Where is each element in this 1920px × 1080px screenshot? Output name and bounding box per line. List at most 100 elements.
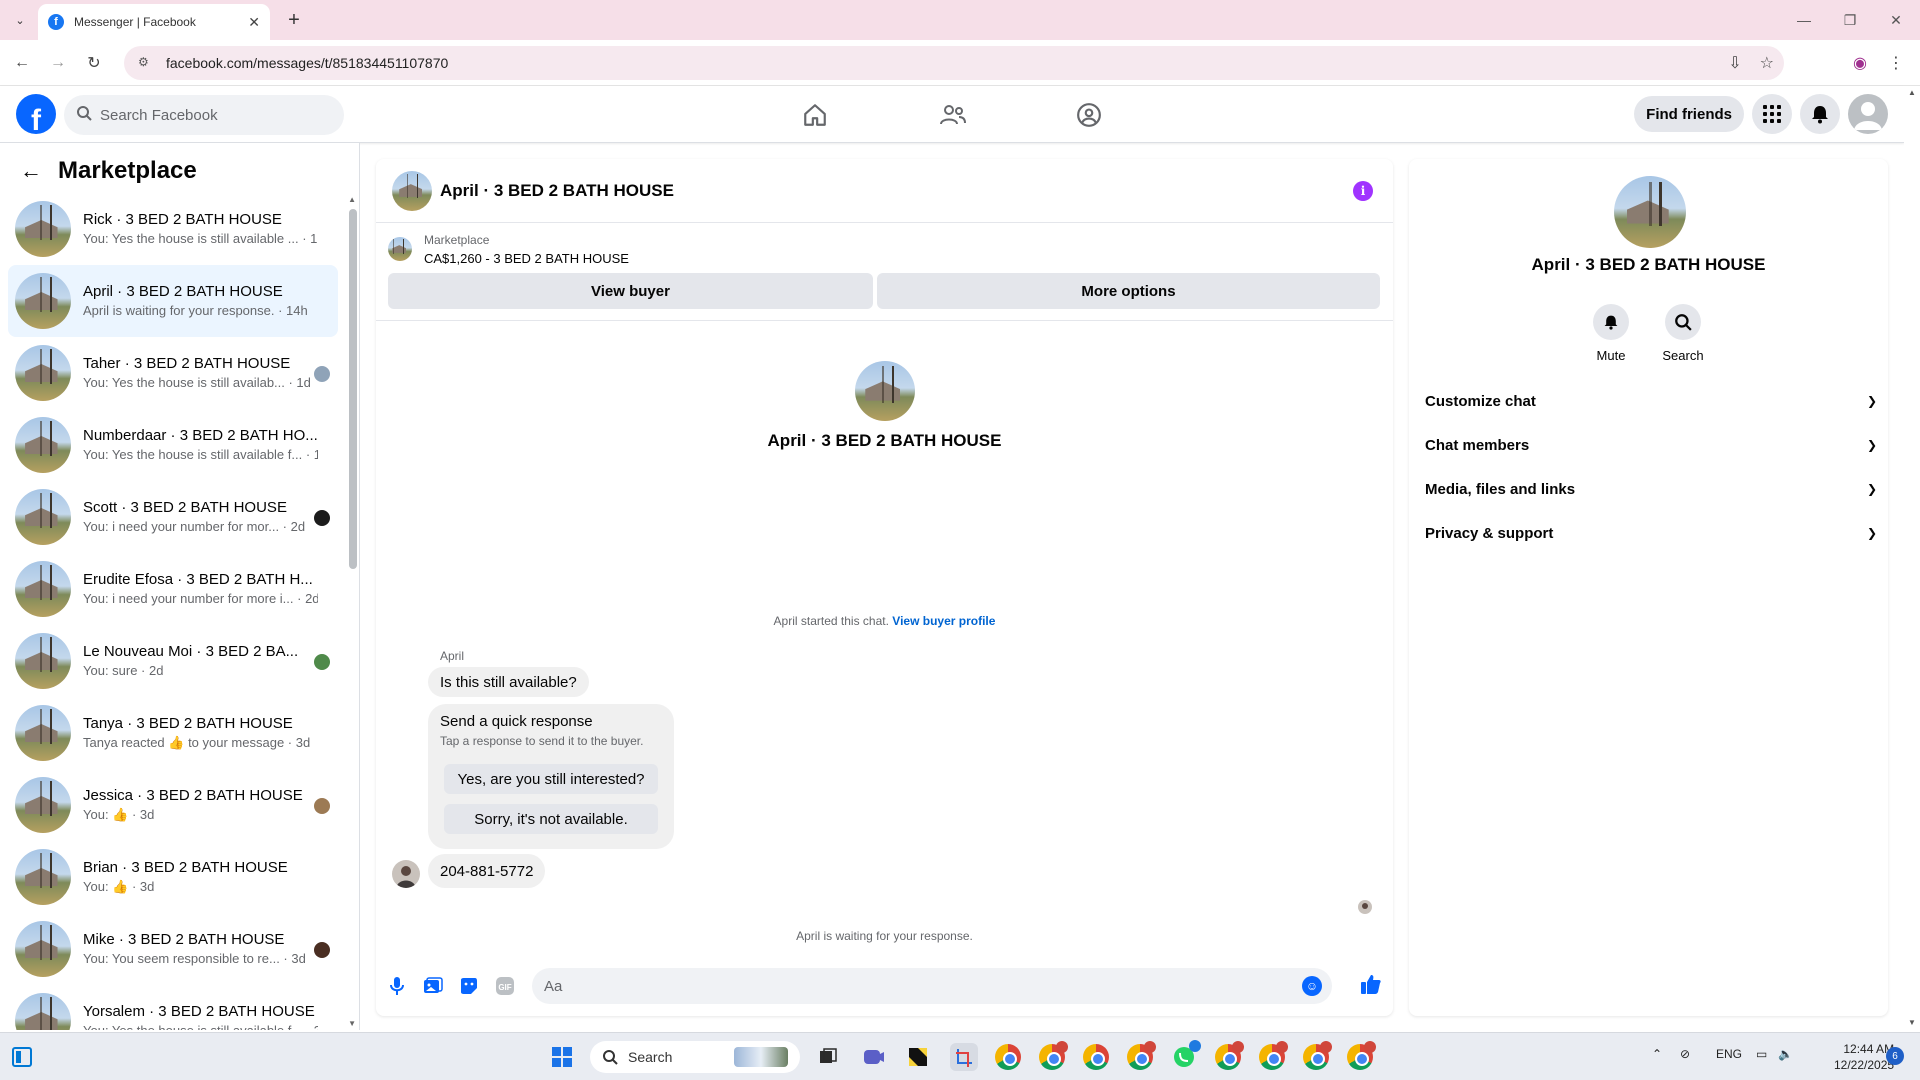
conversation-item[interactable]: Tanya · 3 BED 2 BATH HOUSE Tanya reacted … [8,697,338,769]
system-clock[interactable]: 12:44 AM 12/22/2025 [1834,1041,1894,1073]
seen-avatar [314,510,330,526]
sender-avatar[interactable] [392,860,420,888]
info-avatar[interactable] [1614,176,1686,248]
volume-icon[interactable]: 🔈 [1778,1047,1793,1061]
address-bar[interactable]: ⚙ facebook.com/messages/t/85183445110787… [124,46,1784,80]
conversation-item[interactable]: Brian · 3 BED 2 BATH HOUSE You: 👍 · 3d [8,841,338,913]
notification-count-badge[interactable]: 6 [1886,1047,1904,1065]
tab-search-button[interactable]: ⌄ [8,8,32,32]
mute-action[interactable]: Mute [1581,304,1641,363]
conversation-item[interactable]: Rick · 3 BED 2 BATH HOUSE You: Yes the ho… [8,193,338,265]
notifications-button[interactable] [1800,94,1840,134]
tab-close-icon[interactable]: ✕ [248,14,260,31]
facebook-logo[interactable]: f [16,94,56,134]
bookmark-star-icon[interactable]: ☆ [1760,53,1774,73]
account-avatar[interactable] [1848,94,1888,134]
chrome-profile-icon[interactable] [1126,1041,1156,1071]
back-arrow-icon[interactable]: ← [20,158,42,184]
chrome-icon[interactable] [1082,1043,1110,1071]
photo-icon[interactable] [422,975,444,997]
facebook-search-input[interactable]: Search Facebook [64,95,344,135]
groups-nav[interactable] [1034,94,1144,136]
scroll-up-arrow[interactable]: ▲ [348,195,356,204]
friends-nav[interactable] [898,94,1008,136]
sidebar-scrollbar[interactable] [349,209,357,569]
minimize-button[interactable]: — [1792,8,1816,32]
scroll-down-arrow[interactable]: ▼ [1908,1018,1916,1027]
whatsapp-icon[interactable] [1170,1040,1201,1071]
conversation-item[interactable]: Le Nouveau Moi · 3 BED 2 BA... You: sure … [8,625,338,697]
close-window-button[interactable]: ✕ [1884,8,1908,32]
tab-title: Messenger | Facebook [74,15,196,29]
customize-chat-section[interactable]: Customize chat ❯ [1425,381,1881,421]
chevron-up-icon[interactable]: ⌃ [1652,1047,1662,1061]
conversation-item[interactable]: Taher · 3 BED 2 BATH HOUSE You: Yes the h… [8,337,338,409]
scroll-up-arrow[interactable]: ▲ [1908,88,1916,97]
conversation-item[interactable]: Mike · 3 BED 2 BATH HOUSE You: You seem r… [8,913,338,985]
widgets-icon[interactable] [8,1043,36,1071]
waiting-notice: April is waiting for your response. [796,929,973,943]
chrome-profile-icon[interactable] [1346,1041,1376,1071]
sticky-notes-icon[interactable] [904,1043,932,1071]
menu-button[interactable] [1752,94,1792,134]
start-menu-icon[interactable] [548,1043,576,1071]
language-indicator[interactable]: ENG [1716,1047,1742,1061]
buyer-avatar[interactable] [854,361,915,421]
microphone-icon[interactable] [386,975,408,997]
restore-button[interactable]: ❐ [1838,8,1862,32]
conversation-item[interactable]: Numberdaar · 3 BED 2 BATH HO... You: Yes … [8,409,338,481]
chat-avatar[interactable] [392,170,432,211]
media-files-links-section[interactable]: Media, files and links ❯ [1425,469,1881,509]
scroll-down-arrow[interactable]: ▼ [348,1019,356,1028]
view-buyer-button[interactable]: View buyer [388,273,873,309]
page-scrollbar[interactable]: ▲ ▼ [1904,86,1920,1030]
listing-thumbnail [15,777,71,833]
search-action[interactable]: Search [1653,304,1713,363]
find-friends-button[interactable]: Find friends [1634,96,1744,132]
search-icon [603,1050,618,1065]
chrome-profile-icon[interactable] [1302,1041,1332,1071]
site-info-icon[interactable]: ⚙ [138,55,154,71]
display-icon[interactable]: ▭ [1756,1047,1767,1061]
chat-title[interactable]: April · 3 BED 2 BATH HOUSE [440,181,674,201]
privacy-support-section[interactable]: Privacy & support ❯ [1425,513,1881,553]
new-tab-button[interactable]: + [282,8,306,32]
chrome-profile-icon[interactable] [1038,1041,1068,1071]
chrome-profile-icon[interactable] [1214,1041,1244,1071]
gif-icon[interactable]: GIF [494,975,516,997]
browser-menu-icon[interactable]: ⋮ [1884,51,1908,75]
conversation-item[interactable]: Jessica · 3 BED 2 BATH HOUSE You: 👍 · 3d [8,769,338,841]
info-icon[interactable]: i [1353,181,1373,201]
snipping-tool-icon[interactable] [950,1043,978,1071]
task-view-icon[interactable] [814,1043,842,1071]
chrome-profile-icon[interactable] [1258,1041,1288,1071]
quick-response-option[interactable]: Yes, are you still interested? [444,764,658,794]
conversation-item[interactable]: Scott · 3 BED 2 BATH HOUSE You: i need yo… [8,481,338,553]
chat-members-section[interactable]: Chat members ❯ [1425,425,1881,465]
taskbar-search[interactable]: Search [590,1041,800,1073]
home-nav[interactable] [760,94,870,136]
browser-tab[interactable]: f Messenger | Facebook ✕ [38,4,270,40]
conversation-item-active[interactable]: April · 3 BED 2 BATH HOUSE April is waiti… [8,265,338,337]
forward-button[interactable]: → [46,51,70,75]
network-offline-icon[interactable]: ⊘ [1680,1047,1690,1061]
quick-response-option[interactable]: Sorry, it's not available. [444,804,658,834]
back-button[interactable]: ← [10,51,34,75]
more-options-button[interactable]: More options [877,273,1380,309]
reload-button[interactable]: ↻ [82,51,106,75]
conversation-name: Mike · 3 BED 2 BATH HOUSE [83,931,285,948]
emoji-icon[interactable]: ☺ [1302,976,1322,996]
conversation-item[interactable]: Yorsalem · 3 BED 2 BATH HOUSE You: Yes th… [8,985,338,1030]
chrome-icon[interactable] [994,1043,1022,1071]
install-app-icon[interactable]: ⇩ [1728,53,1741,73]
listing-price-title[interactable]: CA$1,260 - 3 BED 2 BATH HOUSE [424,251,629,266]
profile-icon[interactable]: ◉ [1848,51,1872,75]
thumbs-up-icon[interactable] [1360,973,1382,995]
view-buyer-profile-link[interactable]: View buyer profile [892,614,995,628]
sticker-icon[interactable] [458,975,480,997]
message-input[interactable]: Aa ☺ [532,968,1332,1004]
teams-icon[interactable] [860,1043,888,1071]
conversation-preview: You: i need your number for mor... · 2d [83,519,306,534]
conversation-preview: You: i need your number for more i... · … [83,591,318,606]
conversation-item[interactable]: Erudite Efosa · 3 BED 2 BATH H... You: i … [8,553,338,625]
